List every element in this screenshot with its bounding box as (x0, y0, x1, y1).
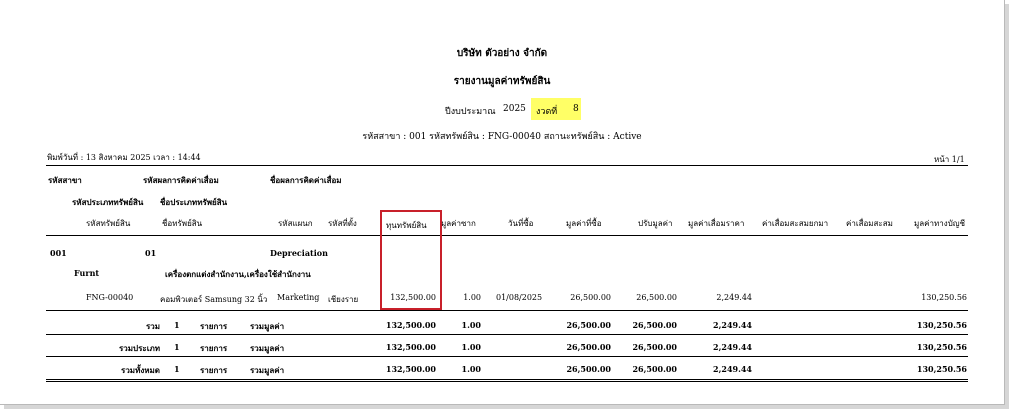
type-total-label: รวมประเภท (118, 343, 160, 353)
col-department: รหัสแผนก (278, 219, 313, 228)
total-salvage: 1.00 (461, 320, 481, 330)
row-asset-code: FNG-00040 (86, 293, 134, 302)
type-total-capital: 132,500.00 (385, 342, 436, 352)
total-book-value: 130,250.56 (916, 320, 967, 330)
type-total-rule (46, 356, 968, 357)
row-location: เชียงราย (328, 295, 359, 304)
total-capital: 132,500.00 (385, 320, 436, 330)
period-value: 8 (573, 104, 579, 114)
type-total-count: 1 (174, 342, 180, 352)
grand-total-salvage: 1.00 (461, 364, 481, 374)
type-total-depreciation: 2,249.44 (713, 342, 752, 352)
grand-total-count: 1 (174, 364, 180, 374)
grand-total-label: รวมทั้งหมด (121, 365, 160, 375)
depreciation-code-value: 01 (145, 248, 157, 258)
total-label: รวม (145, 321, 160, 331)
type-total-salvage: 1.00 (461, 342, 481, 352)
grand-total-rule-1 (46, 379, 968, 380)
type-total-adjusted-value: 26,500.00 (632, 342, 677, 352)
grand-total-purchase-value: 26,500.00 (566, 364, 611, 374)
col-purchase-date: วันที่ซื้อ (508, 219, 534, 228)
grand-total-depreciation: 2,249.44 (713, 364, 752, 374)
col-asset-name: ชื่อทรัพย์สิน (162, 219, 203, 228)
grand-total-rule-2 (46, 381, 968, 382)
row-salvage: 1.00 (463, 293, 481, 302)
company-name: บริษัท ตัวอย่าง จำกัด (456, 48, 548, 59)
col-book-value: มูลค่าทางบัญชี (914, 219, 966, 228)
grand-total-capital: 132,500.00 (385, 364, 436, 374)
header-rule (46, 165, 968, 166)
type-total-book-value: 130,250.56 (916, 342, 967, 352)
row-purchase-value: 26,500.00 (570, 293, 611, 302)
report-title: รายงานมูลค่าทรัพย์สิน (453, 76, 551, 87)
col-asset-code: รหัสทรัพย์สิน (86, 219, 131, 228)
fiscal-year-value: 2025 (503, 104, 526, 114)
col-accum-period: ค่าเสื่อมสะสมยกมา (762, 219, 829, 228)
type-total-count-label: รายการ (200, 343, 228, 353)
grand-total-adjusted-value: 26,500.00 (632, 364, 677, 374)
row-rule (46, 310, 968, 311)
col-adjusted-value: ปรับมูลค่า (638, 219, 673, 228)
depreciation-name-header: ชื่อผลการคิดค่าเสื่อม (270, 175, 342, 185)
asset-type-code-header: รหัสประเภททรัพย์สิน (72, 197, 144, 207)
total-purchase-value: 26,500.00 (566, 320, 611, 330)
grand-total-count-label: รายการ (200, 365, 228, 375)
branch-code-header: รหัสสาขา (48, 175, 82, 185)
type-total-purchase-value: 26,500.00 (566, 342, 611, 352)
total-rule (46, 334, 968, 335)
fiscal-year-label: ปีงบประมาณ (445, 107, 496, 117)
branch-value: 001 (50, 248, 67, 258)
total-value-label: รวมมูลค่า (250, 321, 285, 331)
depreciation-code-header: รหัสผลการคิดค่าเสื่อม (143, 175, 219, 185)
period-label: งวดที่ (536, 107, 558, 117)
asset-type-name-header: ชื่อประเภททรัพย์สิน (160, 197, 228, 207)
row-adjusted-value: 26,500.00 (636, 293, 677, 302)
row-purchase-date: 01/08/2025 (496, 293, 543, 302)
col-purchase-value: มูลค่าที่ซื้อ (566, 219, 602, 228)
col-salvage: มูลค่าซาก (441, 219, 476, 228)
capital-column-annotation (380, 210, 442, 310)
row-asset-name: คอมพิวเตอร์ Samsung 32 นิ้ว (160, 295, 268, 304)
total-count: 1 (174, 320, 180, 330)
col-accum: ค่าเสื่อมสะสม (846, 219, 893, 228)
total-adjusted-value: 26,500.00 (632, 320, 677, 330)
col-location: รหัสที่ตั้ง (328, 219, 357, 228)
report-filters: รหัสสาขา : 001 รหัสทรัพย์สิน : FNG-00040… (362, 132, 642, 142)
asset-type-code-value: Furnt (74, 268, 100, 278)
row-depreciation: 2,249.44 (716, 293, 752, 302)
total-depreciation: 2,249.44 (713, 320, 752, 330)
report-page: บริษัท ตัวอย่าง จำกัด รายงานมูลค่าทรัพย์… (0, 0, 1005, 405)
row-department: Marketing (277, 293, 320, 302)
total-count-label: รายการ (200, 321, 228, 331)
print-datetime: พิมพ์วันที่ : 13 สิงหาคม 2025 เวลา : 14:… (47, 153, 201, 162)
depreciation-name-value: Depreciation (270, 248, 328, 258)
row-book-value: 130,250.56 (921, 293, 967, 302)
type-total-value-label: รวมมูลค่า (250, 343, 285, 353)
asset-type-name-value: เครื่องตกแต่งสำนักงาน,เครื่องใช้สำนักงาน (165, 269, 311, 279)
grand-total-book-value: 130,250.56 (916, 364, 967, 374)
grand-total-value-label: รวมมูลค่า (250, 365, 285, 375)
col-depreciation: มูลค่าเสื่อมราคา (688, 219, 745, 228)
column-header-rule (46, 235, 968, 236)
